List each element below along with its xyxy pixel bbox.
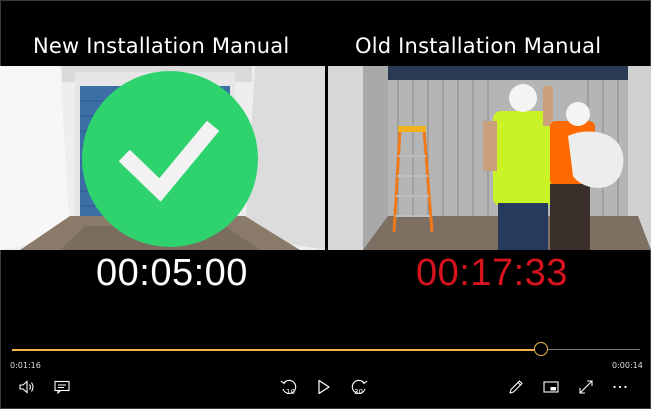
storage-unit-scene <box>0 66 325 250</box>
miniplayer-icon <box>543 381 559 393</box>
edit-button[interactable] <box>505 376 527 398</box>
installation-scene <box>328 66 651 250</box>
skip-forward-button[interactable]: 30 <box>348 376 370 398</box>
seek-bar-progress <box>12 348 541 351</box>
volume-icon <box>19 380 34 394</box>
seek-bar[interactable] <box>12 342 640 356</box>
play-button[interactable] <box>313 376 335 398</box>
new-manual-video-panel <box>0 66 325 250</box>
fullscreen-icon <box>579 380 593 394</box>
remaining-time: 0:00:14 <box>612 361 643 370</box>
skip-back-10-icon: 10 <box>280 379 297 396</box>
new-manual-timer: 00:05:00 <box>96 252 248 294</box>
captions-icon <box>54 380 70 394</box>
more-options-button[interactable] <box>609 376 631 398</box>
skip-back-label: 10 <box>286 388 295 396</box>
more-icon <box>613 385 627 389</box>
miniplayer-button[interactable] <box>540 376 562 398</box>
skip-forward-label: 30 <box>354 388 363 396</box>
elapsed-time: 0:01:16 <box>10 361 41 370</box>
check-circle <box>82 71 258 247</box>
right-video-title: Old Installation Manual <box>355 34 602 58</box>
play-icon <box>318 379 330 395</box>
left-video-title: New Installation Manual <box>33 34 290 58</box>
captions-button[interactable] <box>51 376 73 398</box>
old-manual-video-panel <box>328 66 651 250</box>
edit-pen-icon <box>509 380 523 394</box>
skip-back-button[interactable]: 10 <box>278 376 300 398</box>
old-manual-timer: 00:17:33 <box>416 252 568 294</box>
seek-bar-thumb[interactable] <box>534 342 548 356</box>
volume-button[interactable] <box>16 376 38 398</box>
skip-forward-30-icon: 30 <box>351 379 368 396</box>
fullscreen-button[interactable] <box>575 376 597 398</box>
